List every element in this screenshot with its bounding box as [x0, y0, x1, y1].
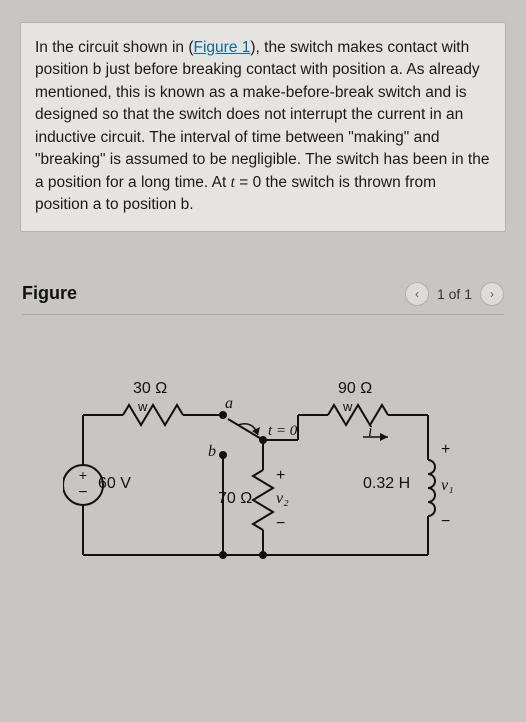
- label-vsource: 60 V: [98, 475, 131, 493]
- svg-text:−: −: [78, 484, 87, 501]
- label-pos-b: b: [208, 443, 216, 461]
- figure-header: Figure ‹ 1 of 1 ›: [22, 282, 504, 315]
- label-t0: t = 0: [268, 423, 297, 440]
- pager-next-button[interactable]: ›: [480, 282, 504, 306]
- pager-text: 1 of 1: [437, 286, 472, 302]
- resistor-icon-r1: ᴡ: [138, 399, 147, 414]
- label-pos-a: a: [225, 395, 233, 413]
- label-r3: 90 Ω: [338, 380, 372, 398]
- problem-text-before: In the circuit shown in (: [35, 39, 194, 56]
- figure-title: Figure: [22, 283, 77, 304]
- label-i: i: [368, 423, 372, 441]
- label-v2-plus: +: [276, 467, 285, 485]
- problem-statement: In the circuit shown in (Figure 1), the …: [20, 22, 506, 232]
- label-L: 0.32 H: [363, 475, 410, 493]
- label-v1-plus: +: [441, 441, 450, 459]
- label-v2-minus: −: [276, 515, 285, 533]
- circuit-diagram: + − 30 Ω ᴡ 90 Ω ᴡ a b t = 0 i 60 V 70 Ω …: [63, 375, 463, 595]
- label-r1: 30 Ω: [133, 380, 167, 398]
- figure-pager: ‹ 1 of 1 ›: [405, 282, 504, 306]
- label-v1: v₁: [441, 477, 454, 495]
- pager-prev-button[interactable]: ‹: [405, 282, 429, 306]
- label-r2: 70 Ω: [218, 490, 252, 508]
- svg-text:+: +: [79, 467, 87, 483]
- label-v1-minus: −: [441, 513, 450, 531]
- resistor-icon-r3: ᴡ: [343, 399, 352, 414]
- label-v2: v₂: [276, 490, 289, 508]
- figure-link[interactable]: Figure 1: [194, 39, 251, 56]
- problem-text-after: ), the switch makes contact with positio…: [35, 39, 489, 191]
